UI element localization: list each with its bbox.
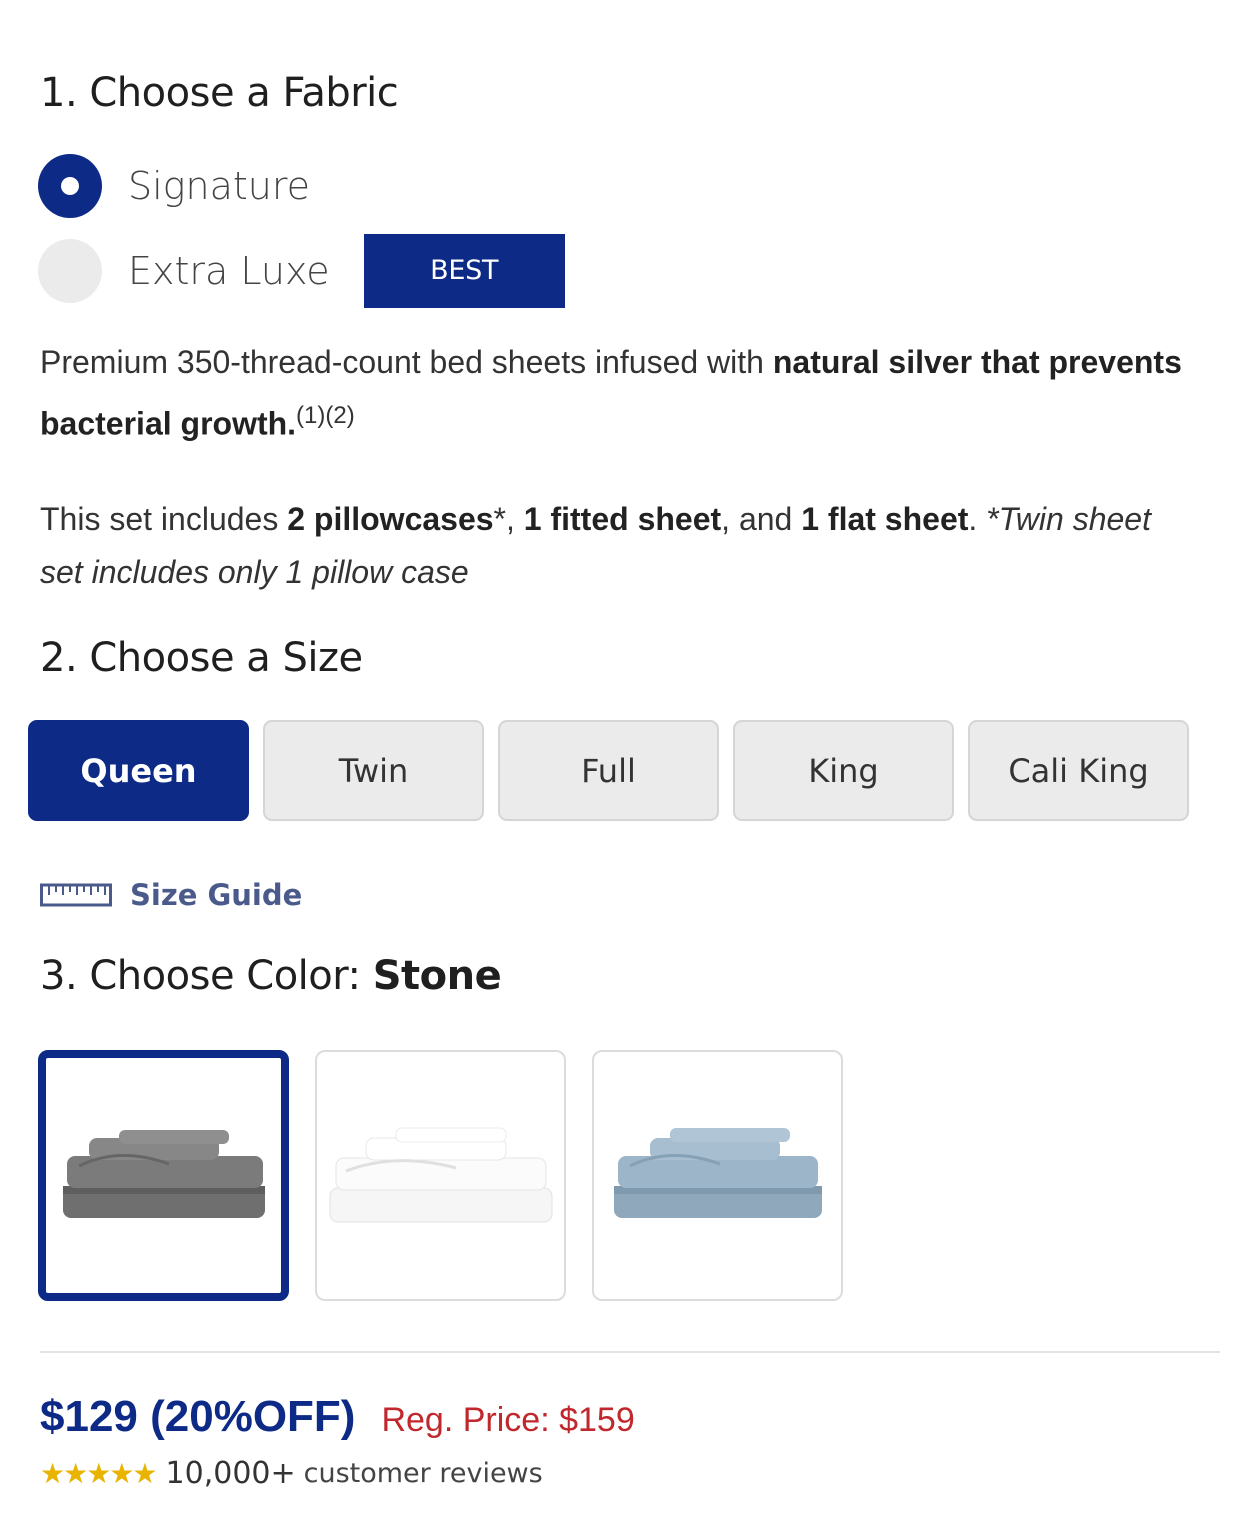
fabric-option-signature[interactable]: Signature (38, 154, 310, 218)
size-heading: 2. Choose a Size (40, 635, 363, 681)
star-rating-icon: ★★★★★ (40, 1458, 158, 1489)
size-button-queen[interactable]: Queen (28, 720, 249, 821)
radio-selected-icon[interactable] (38, 154, 102, 218)
set-includes: This set includes 2 pillowcases*, 1 fitt… (40, 493, 1190, 599)
size-options: Queen Twin Full King Cali King (28, 720, 1203, 821)
folded-sheets-image (62, 1129, 265, 1218)
review-label: customer reviews (303, 1458, 543, 1489)
divider (40, 1351, 1220, 1353)
size-button-twin[interactable]: Twin (263, 720, 484, 821)
size-button-cali-king[interactable]: Cali King (968, 720, 1189, 821)
size-guide-link[interactable]: Size Guide (40, 878, 302, 912)
size-guide-label[interactable]: Size Guide (130, 878, 302, 912)
includes-fitted: 1 fitted sheet (523, 501, 722, 537)
size-button-king[interactable]: King (733, 720, 954, 821)
folded-sheets-image (329, 1127, 552, 1222)
price-row: $129 (20%OFF) Reg. Price: $159 (40, 1392, 635, 1442)
color-heading-prefix: 3. Choose Color: (40, 953, 373, 999)
color-swatch-blue[interactable] (592, 1050, 843, 1301)
color-swatch-white[interactable] (315, 1050, 566, 1301)
color-swatch-stone[interactable] (38, 1050, 289, 1301)
size-button-full[interactable]: Full (498, 720, 719, 821)
fabric-option-label: Signature (128, 164, 311, 208)
product-description: Premium 350-thread-count bed sheets infu… (40, 336, 1190, 451)
includes-pillowcases: 2 pillowcases (287, 501, 494, 537)
regular-price: Reg. Price: $159 (381, 1401, 635, 1439)
includes-separator: . (968, 501, 987, 537)
includes-separator: *, (493, 501, 524, 537)
color-swatches (38, 1050, 869, 1301)
selected-color-name: Stone (372, 953, 502, 999)
review-summary[interactable]: ★★★★★ 10,000+ customer reviews (40, 1456, 543, 1491)
includes-flat: 1 flat sheet (801, 501, 969, 537)
sale-price: $129 (20%OFF) (40, 1392, 356, 1441)
description-text: Premium 350-thread-count bed sheets infu… (40, 344, 773, 380)
footnote-ref: (1)(2) (296, 402, 355, 429)
best-seller-badge: BEST SELLER (363, 234, 565, 360)
folded-sheets-image (613, 1127, 822, 1218)
fabric-heading: 1. Choose a Fabric (40, 70, 399, 116)
includes-text: This set includes (40, 501, 288, 537)
color-heading: 3. Choose Color: Stone (40, 953, 502, 999)
radio-unselected-icon[interactable] (38, 239, 102, 303)
ruler-icon (40, 883, 112, 907)
review-count: 10,000+ (165, 1456, 296, 1491)
fabric-option-label: Extra Luxe (128, 249, 330, 293)
includes-separator: , and (721, 501, 802, 537)
fabric-option-extra-luxe[interactable]: Extra Luxe BEST SELLER (38, 234, 565, 360)
